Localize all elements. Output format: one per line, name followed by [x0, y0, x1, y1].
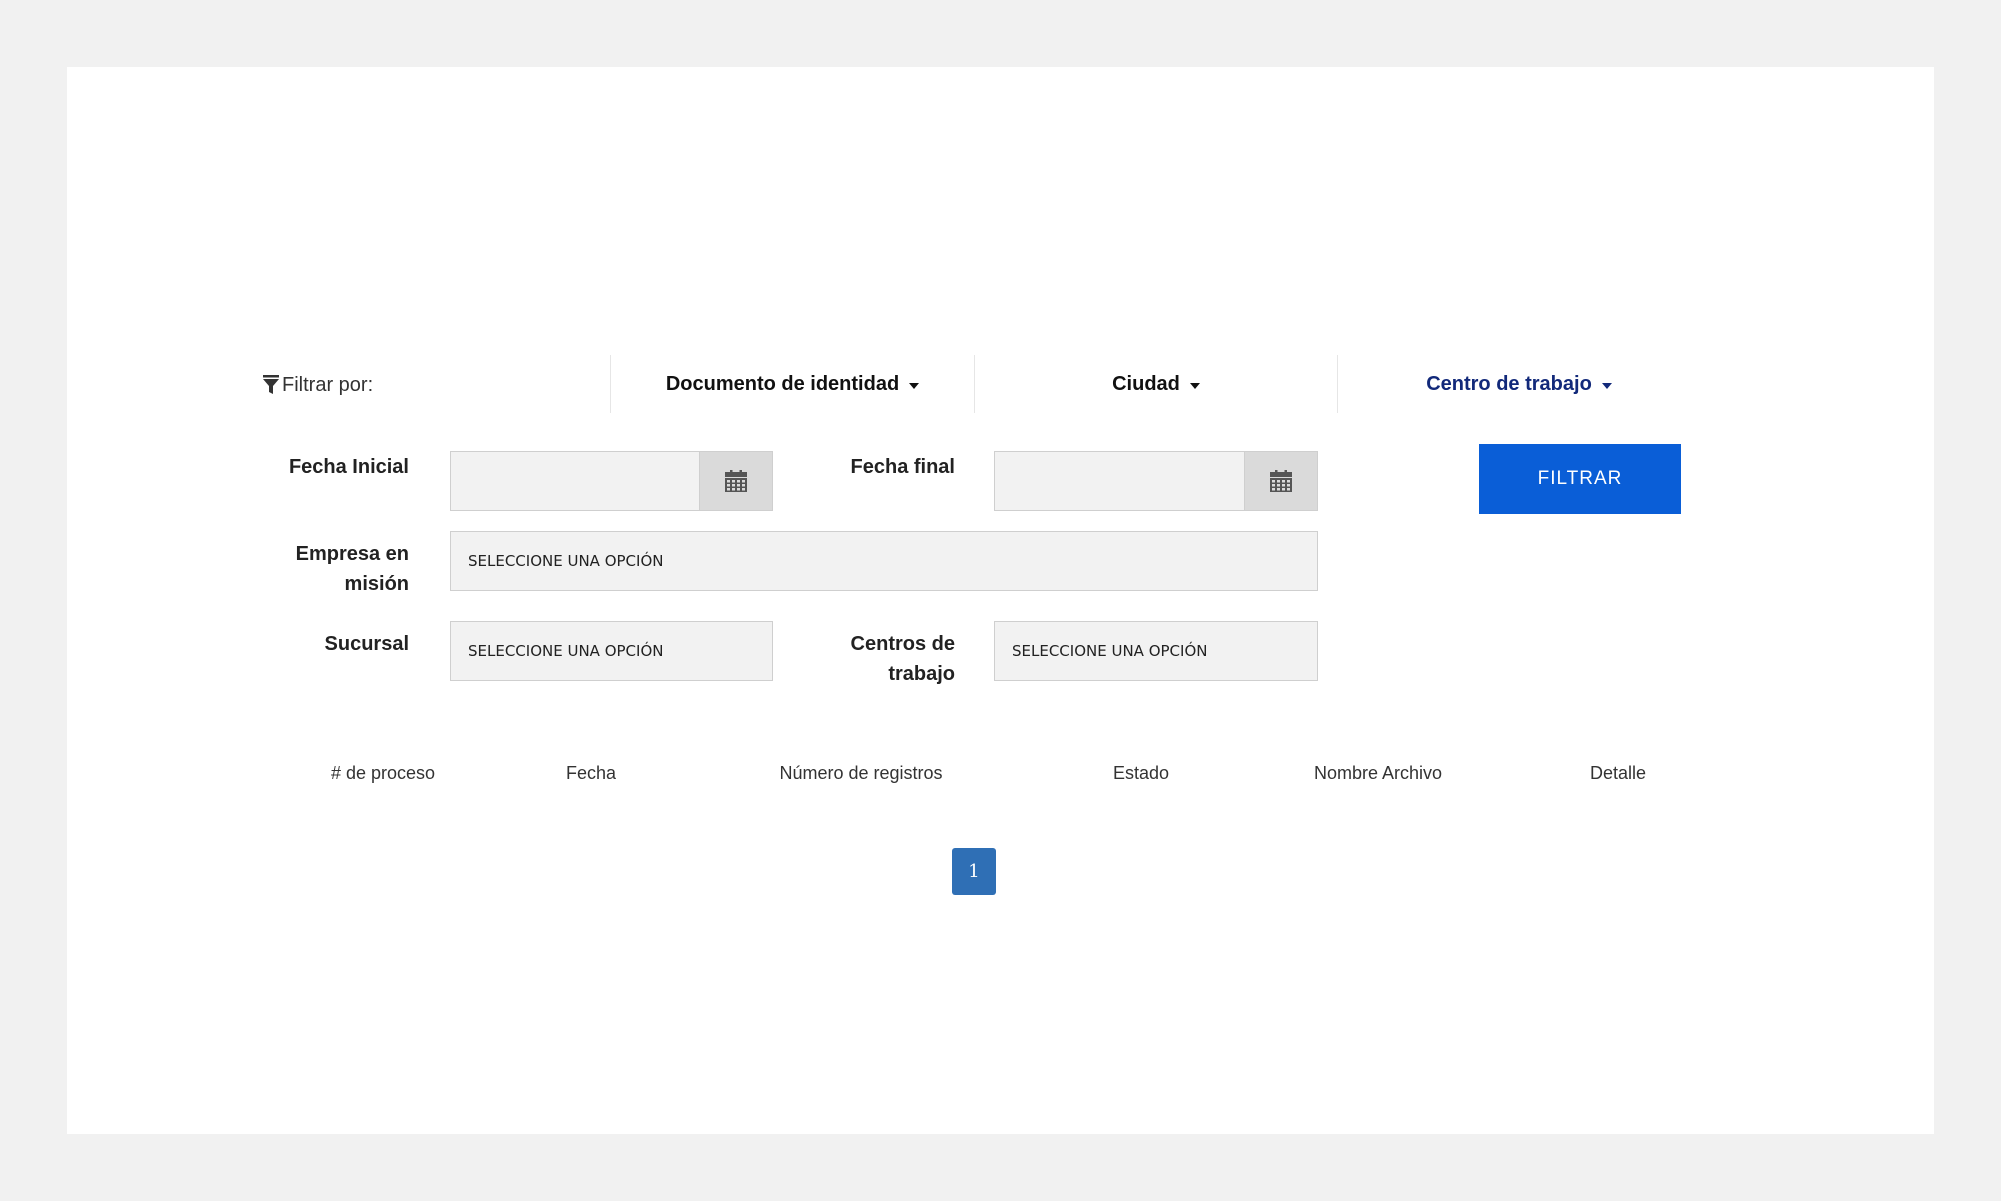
column-header-nombre-archivo: Nombre Archivo [1313, 762, 1443, 783]
label-line: Empresa en [295, 543, 409, 565]
fecha-final-input[interactable] [995, 452, 1244, 510]
tab-documento-identidad[interactable]: Documento de identidad [611, 355, 974, 413]
centros-de-trabajo-select[interactable]: SELECCIONE UNA OPCIÓN [994, 621, 1318, 681]
caret-down-icon [909, 382, 920, 389]
fecha-inicial-calendar-button[interactable] [699, 452, 772, 510]
filter-by-text: Filtrar por: [282, 373, 374, 396]
label-line: Centros de [850, 633, 955, 655]
column-header-estado: Estado [1112, 762, 1170, 783]
calendar-icon [725, 470, 747, 492]
calendar-icon [1270, 470, 1292, 492]
label-line: trabajo [888, 663, 955, 685]
column-header-numero-registros: Número de registros [779, 762, 943, 783]
fecha-inicial-label: Fecha Inicial [288, 456, 409, 478]
sucursal-select[interactable]: SELECCIONE UNA OPCIÓN [450, 621, 773, 681]
funnel-icon [263, 375, 279, 394]
tab-label: Documento de identidad [665, 372, 900, 395]
pagination-page-1[interactable]: 1 [952, 848, 996, 895]
centros-de-trabajo-label: Centros de trabajo [775, 629, 955, 689]
sucursal-label: Sucursal [324, 633, 409, 655]
fecha-final-label: Fecha final [850, 456, 955, 478]
column-header-fecha: Fecha [565, 762, 617, 783]
tab-centro-de-trabajo[interactable]: Centro de trabajo [1338, 355, 1700, 413]
fecha-final-calendar-button[interactable] [1244, 452, 1317, 510]
empresa-en-mision-label: Empresa en misión [229, 539, 409, 599]
column-header-detalle: Detalle [1589, 762, 1647, 783]
tab-ciudad[interactable]: Ciudad [975, 355, 1337, 413]
filtrar-button[interactable]: FILTRAR [1479, 444, 1681, 514]
caret-down-icon [1601, 382, 1612, 389]
caret-down-icon [1189, 382, 1200, 389]
filter-by-label: Filtrar por: [263, 370, 563, 400]
fecha-inicial-field[interactable] [450, 451, 773, 511]
fecha-final-field[interactable] [994, 451, 1318, 511]
empresa-en-mision-select[interactable]: SELECCIONE UNA OPCIÓN [450, 531, 1318, 591]
label-line: misión [344, 573, 409, 595]
content-panel [67, 67, 1934, 1134]
column-header-proceso: # de proceso [330, 762, 436, 783]
tab-label: Centro de trabajo [1426, 372, 1592, 395]
fecha-inicial-input[interactable] [451, 452, 699, 510]
tab-label: Ciudad [1112, 372, 1180, 395]
